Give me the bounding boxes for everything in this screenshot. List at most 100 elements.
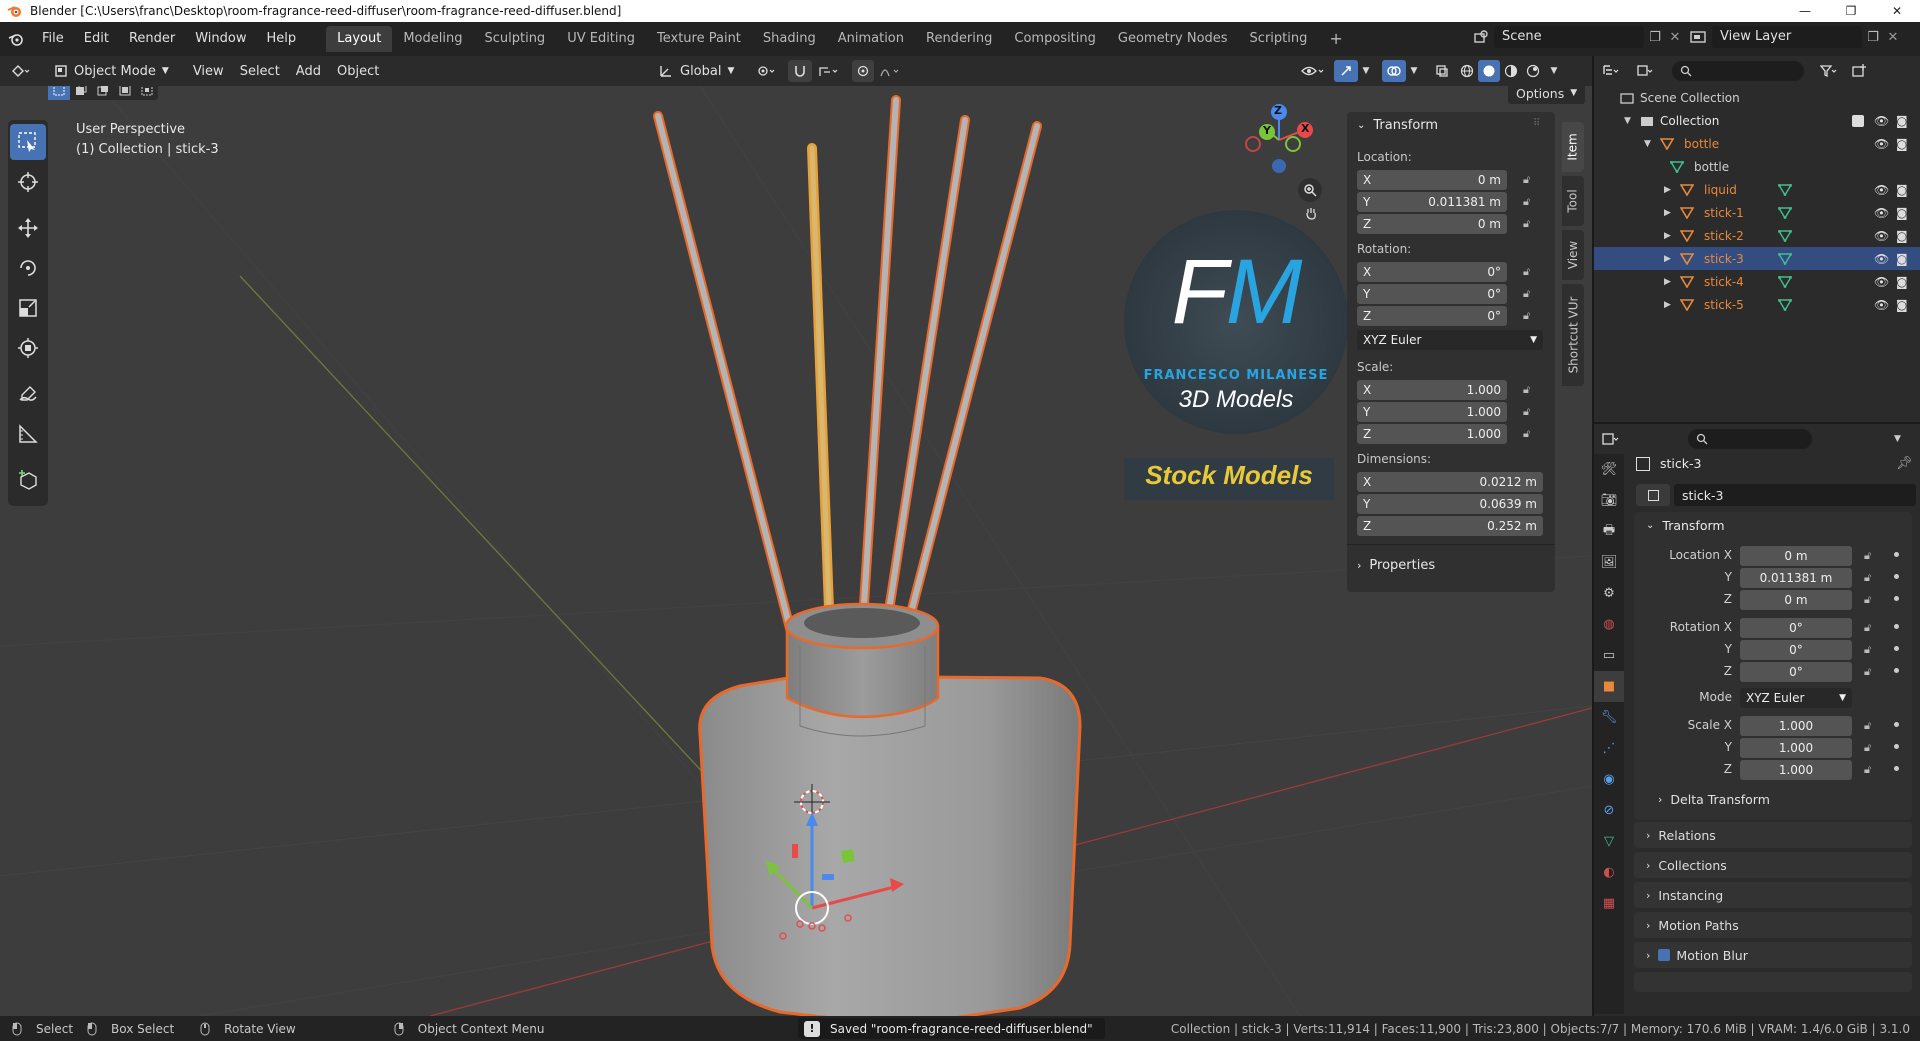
mesh-data-icon[interactable] (1778, 206, 1792, 219)
dimension-z-field[interactable]: Z 0.252 m (1357, 516, 1543, 536)
tab-tool[interactable]: Tool (1562, 176, 1584, 226)
outliner-item-bottle-mesh[interactable]: bottle (1594, 155, 1920, 178)
material-shading-icon[interactable] (1500, 60, 1522, 82)
tab-scripting[interactable]: Scripting (1239, 26, 1319, 52)
object-props-icon[interactable]: ■ (1594, 671, 1624, 702)
mesh-data-icon[interactable] (1778, 275, 1792, 288)
proportional-editing-icon[interactable] (852, 60, 874, 82)
menu-object[interactable]: Object (331, 60, 385, 82)
location-x-field[interactable]: X 0 m (1357, 170, 1507, 190)
rotation-mode-dropdown[interactable]: XYZ Euler ▼ (1357, 330, 1543, 350)
properties-editor-type-icon[interactable] (1594, 427, 1628, 451)
collapse-arrow-icon[interactable]: ▶ (1664, 208, 1678, 218)
keyframe-dot-icon[interactable] (1894, 624, 1899, 629)
scale-z-field[interactable]: Z 1.000 (1357, 424, 1507, 444)
expand-arrow-icon[interactable]: ▼ (1644, 139, 1658, 149)
render-camera-icon[interactable]: ◙ (1896, 275, 1908, 289)
render-camera-icon[interactable]: ◙ (1896, 206, 1908, 220)
motion-blur-checkbox[interactable] (1658, 949, 1671, 961)
prop-location-y[interactable]: 0.011381 m (1740, 568, 1852, 588)
transform-panel-header[interactable]: ⌄ Transform (1357, 118, 1438, 133)
properties-search-input[interactable] (1688, 429, 1812, 449)
keyframe-dot-icon[interactable] (1894, 596, 1899, 601)
menu-select[interactable]: Select (234, 60, 286, 82)
mesh-data-icon[interactable] (1778, 252, 1792, 265)
exclude-checkbox[interactable] (1852, 114, 1864, 127)
lock-icon[interactable]: 🔓︎ (1864, 741, 1871, 755)
lock-icon[interactable]: 🔓︎ (1523, 383, 1537, 397)
keyframe-dot-icon[interactable] (1894, 766, 1899, 771)
tab-rendering[interactable]: Rendering (915, 26, 1003, 52)
outliner-editor-type-icon[interactable] (1594, 59, 1628, 83)
render-camera-icon[interactable]: ◙ (1896, 183, 1908, 197)
motion-paths-section[interactable]: › Motion Paths (1634, 912, 1912, 938)
prop-location-x[interactable]: 0 m (1740, 546, 1852, 566)
move-tool[interactable] (10, 210, 46, 246)
prop-rotation-mode[interactable]: XYZ Euler ▼ (1740, 688, 1852, 708)
properties-panel-header[interactable]: › Properties (1357, 558, 1435, 573)
menu-window[interactable]: Window (185, 26, 256, 52)
tab-texture-paint[interactable]: Texture Paint (646, 26, 752, 52)
saved-report[interactable]: ! Saved "room-fragrance-reed-diffuser.bl… (798, 1018, 1105, 1039)
particles-props-icon[interactable]: ⋰ (1594, 733, 1624, 764)
lock-icon[interactable]: 🔓︎ (1864, 719, 1871, 733)
render-camera-icon[interactable]: ◙ (1896, 298, 1908, 312)
drag-handle-icon[interactable]: ⠿ (1533, 118, 1540, 129)
add-cube-tool[interactable] (10, 462, 46, 498)
lock-icon[interactable]: 🔓︎ (1864, 665, 1871, 679)
material-props-icon[interactable]: ◐ (1594, 857, 1624, 888)
rendered-shading-icon[interactable] (1522, 60, 1544, 82)
keyframe-dot-icon[interactable] (1894, 552, 1899, 557)
render-camera-icon[interactable]: ◙ (1896, 229, 1908, 243)
select-new-icon[interactable] (48, 86, 70, 100)
blender-menu-icon[interactable] (0, 26, 32, 52)
lock-icon[interactable]: 🔓︎ (1523, 195, 1537, 209)
visibility-eye-icon[interactable]: 👁︎ (1874, 298, 1889, 312)
wireframe-shading-icon[interactable] (1456, 60, 1478, 82)
visibility-eye-icon[interactable]: 👁︎ (1874, 183, 1889, 197)
select-subtract-icon[interactable] (92, 86, 114, 100)
visibility-eye-icon[interactable]: 👁︎ (1874, 275, 1889, 289)
modifier-props-icon[interactable]: 🔧︎ (1594, 702, 1624, 733)
visibility-eye-icon[interactable]: 👁︎ (1874, 252, 1889, 266)
object-mode-dropdown[interactable]: Object Mode ▼ (48, 60, 175, 82)
snap-magnet-icon[interactable] (788, 60, 812, 82)
select-intersect-icon[interactable] (136, 86, 158, 100)
lock-icon[interactable]: 🔓︎ (1864, 621, 1871, 635)
dimension-x-field[interactable]: X 0.0212 m (1357, 472, 1543, 492)
tab-shortcut-vur[interactable]: Shortcut VUr (1562, 284, 1584, 386)
lock-icon[interactable]: 🔓︎ (1523, 427, 1537, 441)
menu-edit[interactable]: Edit (74, 26, 119, 52)
transform-orientation-dropdown[interactable]: Global ▼ (652, 60, 740, 82)
rotation-z-field[interactable]: Z 0° (1357, 306, 1507, 326)
lock-icon[interactable]: 🔓︎ (1523, 265, 1537, 279)
tool-props-icon[interactable]: 🛠︎ (1594, 454, 1624, 485)
scene-icon[interactable] (1468, 29, 1494, 45)
options-dropdown[interactable]: Options ▼ (1508, 86, 1586, 104)
visibility-eye-icon[interactable]: 👁︎ (1874, 137, 1889, 151)
collapse-arrow-icon[interactable]: ▶ (1664, 277, 1678, 287)
datablock-browse-icon[interactable] (1636, 484, 1670, 506)
mesh-data-icon[interactable] (1778, 229, 1792, 242)
measure-tool[interactable] (10, 416, 46, 452)
copy-scene-icon[interactable]: ❐ (1644, 30, 1666, 45)
mesh-data-icon[interactable] (1778, 298, 1792, 311)
view-layer-selector[interactable]: View Layer (1712, 26, 1862, 48)
lock-icon[interactable]: 🔓︎ (1523, 287, 1537, 301)
mesh-data-icon[interactable] (1778, 183, 1792, 196)
filter-icon[interactable] (1812, 59, 1846, 83)
tab-view[interactable]: View (1562, 230, 1584, 280)
texture-props-icon[interactable]: ▦ (1594, 888, 1624, 919)
data-props-icon[interactable]: ▽ (1594, 826, 1624, 857)
physics-props-icon[interactable]: ◉ (1594, 764, 1624, 795)
prop-rotation-x[interactable]: 0° (1740, 618, 1852, 638)
editor-type-icon[interactable] (0, 63, 40, 79)
select-invert-icon[interactable] (114, 86, 136, 100)
scale-x-field[interactable]: X 1.000 (1357, 380, 1507, 400)
falloff-curve-icon[interactable] (876, 60, 906, 82)
lock-icon[interactable]: 🔓︎ (1864, 643, 1871, 657)
collapse-arrow-icon[interactable]: ▶ (1664, 231, 1678, 241)
snap-target-icon[interactable] (814, 60, 844, 82)
solid-shading-icon[interactable] (1478, 60, 1500, 82)
lock-icon[interactable]: 🔓︎ (1864, 763, 1871, 777)
